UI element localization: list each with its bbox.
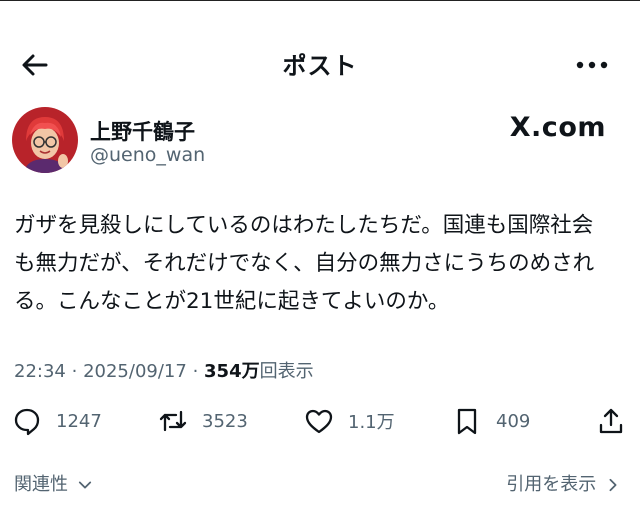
reply-button[interactable]: 1247 bbox=[12, 404, 102, 438]
share-button[interactable] bbox=[596, 404, 626, 438]
view-quotes-label: 引用を表示 bbox=[506, 474, 597, 495]
heart-icon bbox=[305, 409, 333, 434]
author-name[interactable]: 上野千鶴子 bbox=[90, 116, 195, 146]
meta-separator: · bbox=[71, 361, 78, 382]
page-title: ポスト bbox=[282, 52, 358, 80]
header: ポスト bbox=[0, 0, 640, 110]
reply-count: 1247 bbox=[56, 410, 102, 432]
author-handle[interactable]: @ueno_wan bbox=[90, 144, 205, 166]
reply-icon bbox=[14, 408, 40, 436]
tweet-date[interactable]: 2025/09/17 bbox=[83, 361, 187, 382]
avatar[interactable] bbox=[12, 107, 78, 173]
bookmark-icon bbox=[457, 408, 477, 435]
repost-icon bbox=[159, 410, 187, 432]
sort-relevance-dropdown[interactable]: 関連性 bbox=[14, 470, 92, 496]
sort-label: 関連性 bbox=[14, 474, 68, 495]
bookmark-count: 409 bbox=[496, 410, 531, 432]
repost-count: 3523 bbox=[202, 410, 248, 432]
chevron-down-icon bbox=[78, 481, 91, 489]
repost-button[interactable]: 3523 bbox=[158, 404, 248, 438]
tweet-meta: 22:34 · 2025/09/17 · 354万回表示 bbox=[14, 357, 314, 383]
meta-separator: · bbox=[192, 361, 199, 382]
like-button[interactable]: 1.1万 bbox=[304, 404, 395, 438]
view-count: 354万 bbox=[204, 361, 260, 382]
x-com-watermark: X.com bbox=[509, 112, 606, 143]
more-options-icon[interactable] bbox=[572, 48, 612, 82]
bookmark-button[interactable]: 409 bbox=[452, 404, 530, 438]
tweet-time[interactable]: 22:34 bbox=[14, 361, 66, 382]
share-icon bbox=[599, 408, 623, 434]
chevron-right-icon bbox=[609, 478, 617, 492]
view-label: 回表示 bbox=[259, 361, 314, 382]
view-quotes-link[interactable]: 引用を表示 bbox=[506, 470, 620, 496]
like-count: 1.1万 bbox=[348, 412, 395, 433]
tweet-text: ガザを見殺しにしているのはわたしたちだ。国連も国際社会も無力だが、それだけでなく… bbox=[14, 213, 595, 314]
